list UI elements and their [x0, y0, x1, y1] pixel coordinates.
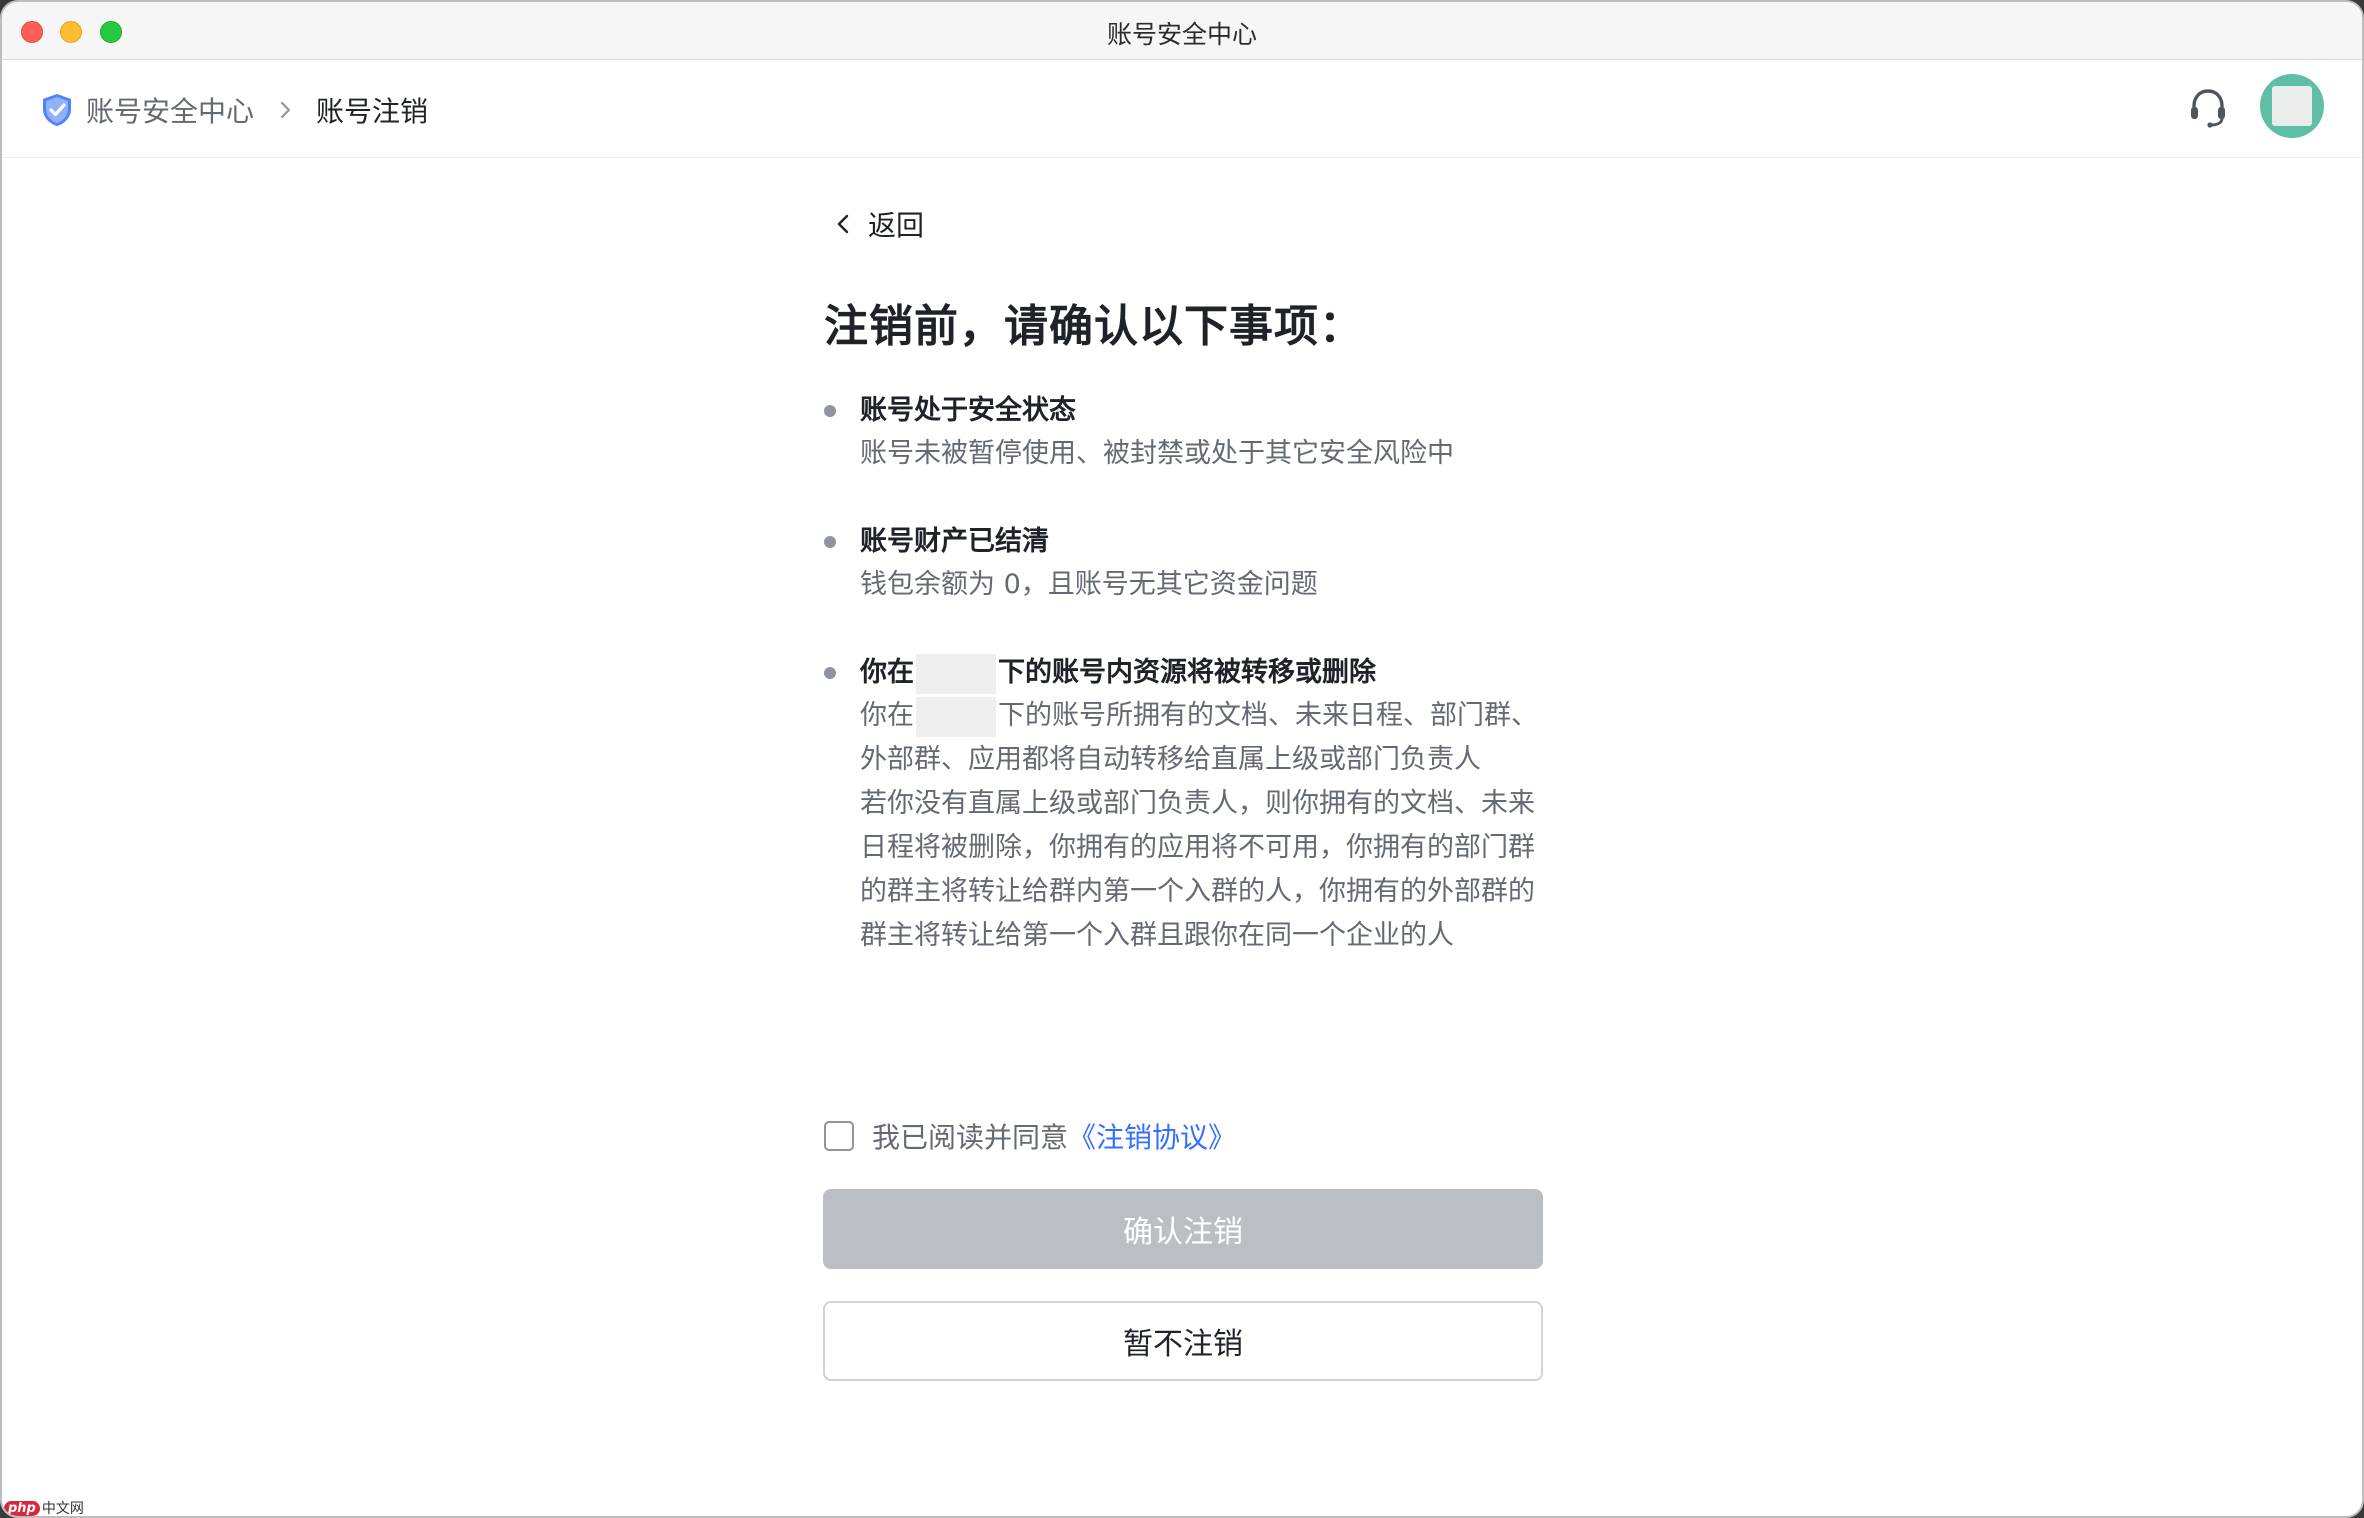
watermark-text: 中文网	[41, 1501, 84, 1517]
bullet-dot	[824, 405, 836, 417]
cancel-deactivate-button[interactable]: 暂不注销	[823, 1301, 1543, 1381]
avatar-image	[2272, 86, 2312, 126]
confirm-deactivate-button[interactable]: 确认注销	[823, 1189, 1543, 1269]
item-title: 你在 下的账号内资源将被转移或删除	[860, 650, 1376, 694]
window-title: 账号安全中心	[1106, 20, 1257, 49]
top-navigation-bar: 账号安全中心 账号注销	[2, 60, 2362, 158]
item-title: 账号财产已结清	[860, 526, 1049, 557]
item-description-extra: 若你没有直属上级或部门负责人，则你拥有的文档、未来日程将被删除，你拥有的应用将不…	[860, 788, 1535, 951]
watermark-logo: php	[4, 1500, 40, 1516]
breadcrumb: 账号安全中心 账号注销	[40, 90, 428, 130]
agreement-link[interactable]: 《注销协议》	[1068, 1116, 1236, 1156]
back-label: 返回	[868, 209, 925, 242]
item-description: 账号未被暂停使用、被封禁或处于其它安全风险中	[860, 438, 1454, 469]
redacted-org-name	[916, 653, 996, 694]
headset-icon[interactable]	[2188, 86, 2228, 130]
agreement-text: 我已阅读并同意	[872, 1121, 1069, 1154]
chevron-right-icon	[280, 101, 291, 119]
shield-check-icon	[43, 94, 71, 126]
watermark: php 中文网	[4, 1498, 84, 1517]
list-item: 你在 下的账号内资源将被转移或删除 你在 下的账号所拥有的文档、未来日程、部门群、外…	[824, 650, 1544, 1050]
item-title: 账号处于安全状态	[860, 395, 1076, 426]
app-window: 账号安全中心 账号安全中心 账号注销 返回 注销前，请确认以下事项： 账号处于安…	[0, 0, 2364, 1518]
item-title-prefix: 你在	[860, 657, 914, 688]
item-description-prefix: 你在	[860, 700, 914, 731]
item-description: 你在 下的账号所拥有的文档、未来日程、部门群、外部群、应用都将自动转移给直属上级或…	[860, 694, 1550, 958]
list-item: 账号财产已结清 钱包余额为 0，且账号无其它资金问题	[824, 519, 1544, 609]
title-bar: 账号安全中心	[2, 2, 2362, 60]
agreement-checkbox[interactable]	[824, 1121, 854, 1151]
breadcrumb-root-link[interactable]: 账号安全中心	[86, 90, 254, 130]
avatar[interactable]	[2260, 74, 2324, 138]
list-item: 账号处于安全状态 账号未被暂停使用、被封禁或处于其它安全风险中	[824, 388, 1544, 478]
breadcrumb-current: 账号注销	[316, 95, 429, 128]
chevron-left-icon	[837, 214, 849, 234]
bullet-dot	[824, 667, 836, 679]
back-button[interactable]: 返回	[832, 204, 924, 244]
item-description: 钱包余额为 0，且账号无其它资金问题	[860, 569, 1318, 600]
redacted-org-name	[916, 696, 996, 737]
page-title: 注销前，请确认以下事项：	[824, 301, 1364, 352]
agreement-row: 我已阅读并同意 《注销协议》	[824, 1116, 1236, 1156]
item-title-suffix: 下的账号内资源将被转移或删除	[998, 657, 1376, 688]
bullet-dot	[824, 536, 836, 548]
